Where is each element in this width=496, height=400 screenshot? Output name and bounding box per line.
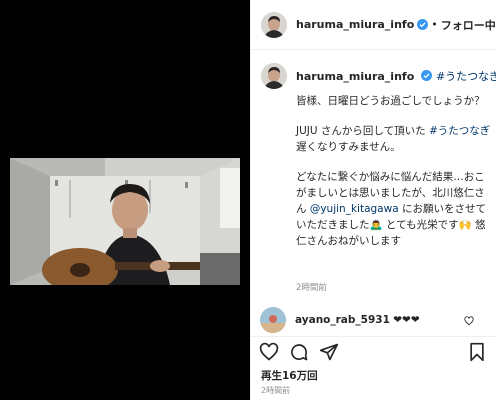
post-header: haruma_miura_info • フォロー中 [251, 0, 496, 50]
comments-section: haruma_miura_info #うたつなぎ 皆様、日曜日どうお過ごしでしょ… [251, 51, 496, 299]
avatar-image [261, 63, 287, 89]
avatar[interactable] [261, 11, 287, 38]
action-bar [259, 342, 489, 364]
caption-username[interactable]: haruma_miura_info #うたつなぎ [296, 68, 496, 84]
post-timestamp: 2時間前 [261, 386, 291, 395]
caption-text-segment: JUJU さんから回して頂いた [296, 125, 426, 137]
commenter-avatar[interactable] [260, 307, 286, 333]
caption-username-text[interactable]: haruma_miura_info [296, 70, 414, 83]
comment-body: ❤❤❤ [393, 314, 420, 326]
follow-button[interactable]: フォロー中 [441, 17, 496, 33]
video-frame[interactable] [10, 158, 240, 285]
caption-header: haruma_miura_info #うたつなぎ [261, 63, 496, 89]
hashtag-link[interactable]: #うたつなぎ [436, 70, 496, 83]
caption-paragraph-1: 皆様、日曜日どうお過ごしでしょうか？ [296, 95, 485, 107]
paper-plane-icon[interactable] [319, 342, 339, 362]
separator-dot: • [431, 18, 438, 31]
avatar-image [261, 11, 287, 38]
username-link[interactable]: haruma_miura_info [296, 18, 414, 31]
view-count[interactable]: 再生16万回 [261, 368, 318, 383]
comment-like-heart-icon[interactable] [464, 316, 474, 326]
bookmark-icon[interactable] [467, 342, 487, 362]
caption-paragraph-2: JUJU さんから回して頂いた #うたつなぎ 遅くなりすみません。 [296, 123, 492, 155]
caption-avatar[interactable] [261, 63, 287, 89]
caption-text: 皆様、日曜日どうお過ごしでしょうか？ JUJU さんから回して頂いた #うたつな… [296, 93, 492, 263]
section-divider [250, 336, 496, 337]
comment-bubble-icon[interactable] [289, 342, 309, 362]
comment-text: ayano_rab_5931 ❤❤❤ [295, 314, 420, 326]
commenter-username[interactable]: ayano_rab_5931 [295, 314, 390, 326]
caption-paragraph-3: どなたに繋ぐか悩みに悩んだ結果…おこがましいとは思いましたが、北川悠仁さん @y… [296, 169, 492, 249]
video-player[interactable] [0, 0, 250, 400]
mention-link[interactable]: @yujin_kitagawa [310, 203, 399, 215]
verified-badge-icon [421, 70, 433, 81]
comment-row: ayano_rab_5931 ❤❤❤ [260, 307, 490, 333]
verified-badge-icon [417, 19, 429, 30]
heart-icon[interactable] [259, 342, 279, 362]
post-panel: haruma_miura_info • フォロー中 haruma_miura_i… [250, 0, 496, 400]
avatar-image [260, 307, 286, 333]
caption-text-segment: 遅くなりすみません。 [296, 141, 401, 153]
video-still [10, 158, 240, 285]
hashtag-link[interactable]: #うたつなぎ [429, 125, 490, 137]
caption-timestamp: 2時間前 [296, 283, 327, 293]
